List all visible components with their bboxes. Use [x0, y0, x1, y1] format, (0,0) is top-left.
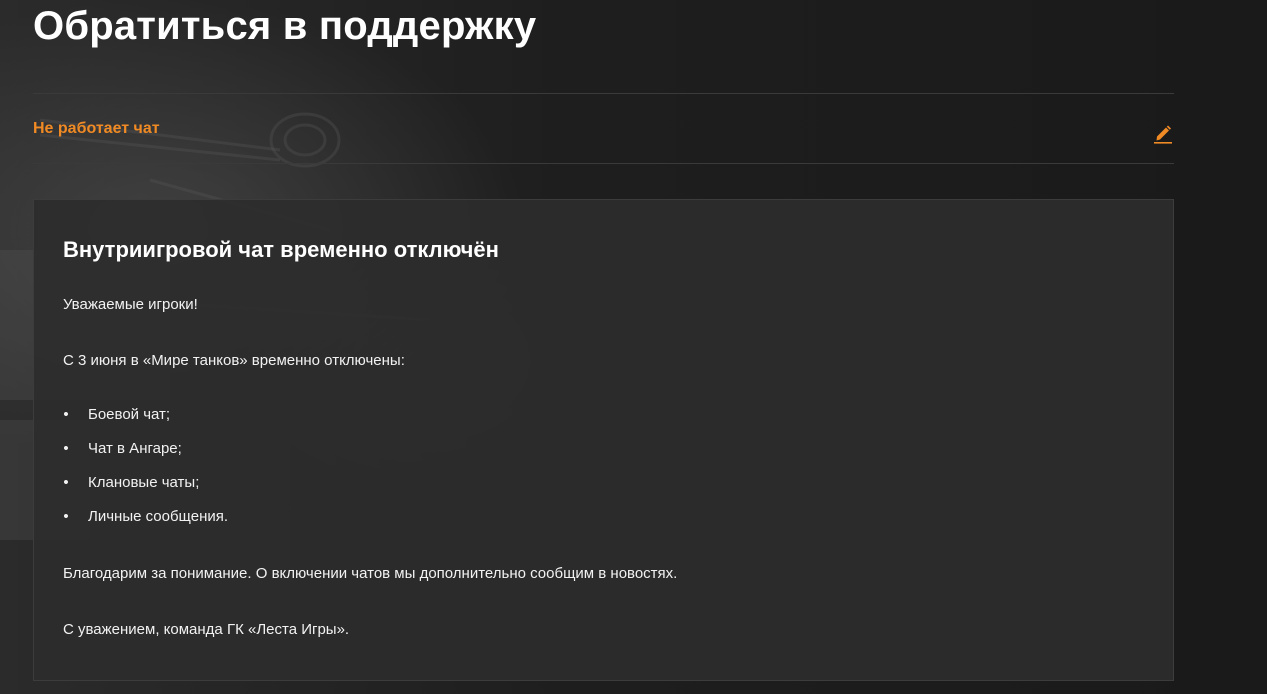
list-item-text: Личные сообщения. — [88, 508, 229, 525]
list-item: • Личные сообщения. — [63, 507, 1144, 527]
bullet-icon: • — [63, 508, 69, 525]
article-intro: С 3 июня в «Мире танков» временно отключ… — [63, 352, 405, 369]
list-item-text: Клановые чаты; — [88, 474, 200, 491]
article-thanks: Благодарим за понимание. О включении чат… — [63, 565, 678, 582]
list-item-text: Боевой чат; — [88, 406, 171, 423]
bullet-icon: • — [63, 474, 69, 491]
list-item: • Чат в Ангаре; — [63, 439, 1144, 459]
article-greeting: Уважаемые игроки! — [63, 296, 198, 313]
edit-topic-button[interactable] — [1152, 122, 1174, 144]
list-item: • Боевой чат; — [63, 405, 1144, 425]
selected-topic-row: Не работает чат — [33, 93, 1174, 164]
article-signature: С уважением, команда ГК «Леста Игры». — [63, 621, 350, 638]
disabled-chats-list: • Боевой чат; • Чат в Ангаре; • Клановые… — [63, 405, 1144, 527]
pencil-icon — [1154, 125, 1172, 144]
bullet-icon: • — [63, 406, 69, 423]
announcement-card: Внутриигровой чат временно отключён Уваж… — [33, 199, 1174, 681]
list-item-text: Чат в Ангаре; — [88, 440, 182, 457]
bullet-icon: • — [63, 440, 69, 457]
selected-topic-label: Не работает чат — [33, 120, 160, 137]
article-title: Внутриигровой чат временно отключён — [63, 237, 499, 262]
list-item: • Клановые чаты; — [63, 473, 1144, 493]
page-title: Обратиться в поддержку — [33, 4, 537, 48]
